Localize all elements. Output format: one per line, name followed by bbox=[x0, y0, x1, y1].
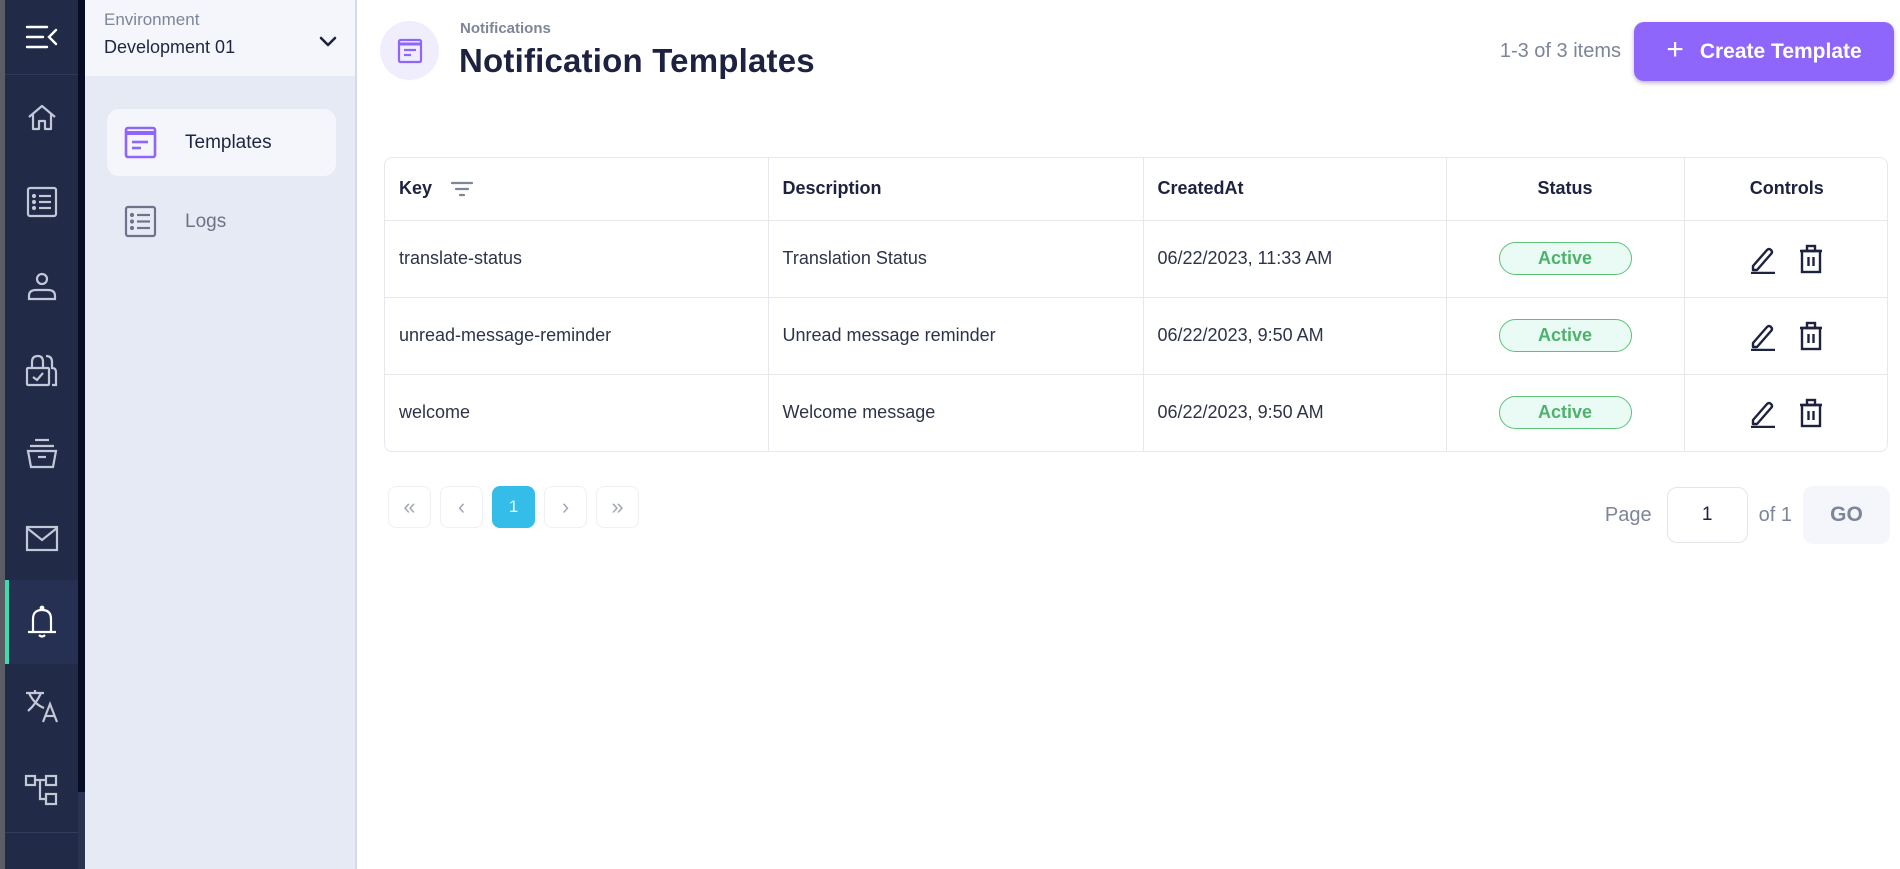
page-jump: Page of 1 GO bbox=[1605, 486, 1890, 544]
table-header-row: Key Description CreatedAt Status Control… bbox=[385, 158, 1887, 221]
cell-controls bbox=[1684, 297, 1887, 375]
cell-key: welcome bbox=[385, 374, 769, 451]
pencil-icon bbox=[1750, 247, 1775, 274]
pencil-icon bbox=[1750, 401, 1775, 428]
delete-button[interactable] bbox=[1797, 244, 1825, 274]
page-label: Page bbox=[1604, 503, 1652, 526]
cell-description: Welcome message bbox=[768, 374, 1144, 451]
main-content: Notifications Notification Templates 1-3… bbox=[359, 0, 1900, 869]
trash-icon bbox=[1799, 398, 1822, 427]
rail-item-security[interactable] bbox=[5, 328, 78, 412]
environment-label: Environment bbox=[104, 10, 200, 29]
subnav-item-label: Logs bbox=[185, 210, 227, 232]
subnav-item-label: Templates bbox=[185, 131, 272, 153]
pagination: « ‹ 1 › » bbox=[388, 486, 639, 528]
cell-description: Unread message reminder bbox=[768, 297, 1144, 375]
column-header-status: Status bbox=[1446, 158, 1685, 221]
translate-icon bbox=[25, 690, 58, 723]
delete-button[interactable] bbox=[1797, 398, 1825, 428]
rail-item-notifications[interactable] bbox=[5, 580, 78, 664]
cell-key: unread-message-reminder bbox=[385, 297, 769, 375]
trash-icon bbox=[1799, 321, 1822, 350]
cell-createdat: 06/22/2023, 9:50 AM bbox=[1143, 297, 1447, 375]
table-row: translate-status Translation Status 06/22/… bbox=[385, 220, 1887, 298]
table-row: unread-message-reminder Unread message re… bbox=[385, 297, 1887, 375]
table-row: welcome Welcome message 06/22/2023, 9:50 A… bbox=[385, 374, 1887, 451]
bell-icon bbox=[27, 605, 56, 638]
chevron-down-icon bbox=[319, 36, 337, 47]
status-badge: Active bbox=[1498, 242, 1632, 275]
page-icon bbox=[380, 21, 439, 80]
rail-scrollbar-track[interactable] bbox=[78, 792, 85, 869]
rail-divider bbox=[78, 0, 85, 792]
items-count: 1-3 of 3 items bbox=[1499, 40, 1621, 62]
template-icon bbox=[124, 126, 157, 159]
column-header-key[interactable]: Key bbox=[385, 158, 769, 221]
pencil-icon bbox=[1750, 324, 1775, 351]
mail-icon bbox=[25, 525, 58, 552]
create-template-label: Create Template bbox=[1699, 39, 1862, 63]
rail-item-hierarchy[interactable] bbox=[5, 748, 78, 832]
column-label: Key bbox=[399, 178, 433, 199]
environment-selector[interactable]: Environment Development 01 bbox=[85, 0, 355, 76]
hierarchy-icon bbox=[24, 774, 57, 806]
page-total: of 1 bbox=[1758, 503, 1792, 526]
status-badge: Active bbox=[1498, 396, 1632, 430]
cell-status: Active bbox=[1446, 374, 1685, 451]
subnav-item-templates[interactable]: Templates bbox=[107, 109, 336, 176]
environment-value: Development 01 bbox=[104, 37, 236, 57]
cell-key: translate-status bbox=[385, 220, 769, 298]
column-header-createdat: CreatedAt bbox=[1143, 158, 1447, 221]
rail-item-translations[interactable] bbox=[5, 664, 78, 748]
cell-createdat: 06/22/2023, 9:50 AM bbox=[1143, 374, 1447, 451]
go-button[interactable]: GO bbox=[1803, 486, 1890, 544]
cell-status: Active bbox=[1446, 220, 1685, 298]
collapse-menu-button[interactable] bbox=[5, 0, 78, 75]
list-icon bbox=[26, 186, 57, 218]
subnav-item-logs[interactable]: Logs bbox=[107, 188, 336, 255]
prev-page-button[interactable]: ‹ bbox=[440, 486, 483, 528]
user-icon bbox=[27, 272, 56, 301]
cell-controls bbox=[1684, 374, 1887, 451]
app: Notifications Environment Development 01… bbox=[0, 0, 1900, 869]
lock-check-icon bbox=[25, 354, 57, 387]
secondary-sidebar: Environment Development 01 Templates Log… bbox=[85, 0, 357, 869]
menu-collapse-icon bbox=[25, 25, 57, 49]
trash-icon bbox=[1799, 244, 1822, 273]
page-number-input[interactable] bbox=[1666, 487, 1748, 543]
page-title: Notification Templates bbox=[459, 42, 815, 79]
archive-icon bbox=[26, 438, 57, 469]
column-header-description: Description bbox=[768, 158, 1144, 221]
cell-controls bbox=[1684, 220, 1887, 298]
cell-description: Translation Status bbox=[768, 220, 1144, 298]
create-template-button[interactable]: + Create Template bbox=[1634, 22, 1894, 81]
page-1-button[interactable]: 1 bbox=[492, 486, 535, 528]
edit-button[interactable] bbox=[1749, 398, 1777, 428]
status-badge: Active bbox=[1498, 319, 1632, 352]
home-icon bbox=[27, 104, 56, 131]
edit-button[interactable] bbox=[1749, 244, 1777, 274]
filter-icon[interactable] bbox=[450, 179, 474, 199]
templates-table: Key Description CreatedAt Status Control… bbox=[384, 157, 1888, 452]
rail-divider-bottom bbox=[5, 832, 78, 833]
delete-button[interactable] bbox=[1797, 321, 1825, 351]
next-page-button[interactable]: › bbox=[544, 486, 587, 528]
plus-icon: + bbox=[1666, 33, 1684, 66]
cell-status: Active bbox=[1446, 297, 1685, 375]
rail-item-users[interactable] bbox=[5, 244, 78, 328]
rail-item-list[interactable] bbox=[5, 160, 78, 244]
edit-button[interactable] bbox=[1749, 321, 1777, 351]
rail-item-mail[interactable] bbox=[5, 496, 78, 580]
breadcrumb[interactable]: Notifications bbox=[460, 20, 551, 37]
column-header-controls: Controls bbox=[1684, 158, 1887, 221]
list-icon bbox=[124, 205, 157, 238]
rail-item-home[interactable] bbox=[5, 76, 78, 160]
cell-createdat: 06/22/2023, 11:33 AM bbox=[1143, 220, 1447, 298]
template-icon bbox=[397, 38, 422, 63]
last-page-button[interactable]: » bbox=[596, 486, 639, 528]
rail-item-archive[interactable] bbox=[5, 412, 78, 496]
first-page-button[interactable]: « bbox=[388, 486, 431, 528]
